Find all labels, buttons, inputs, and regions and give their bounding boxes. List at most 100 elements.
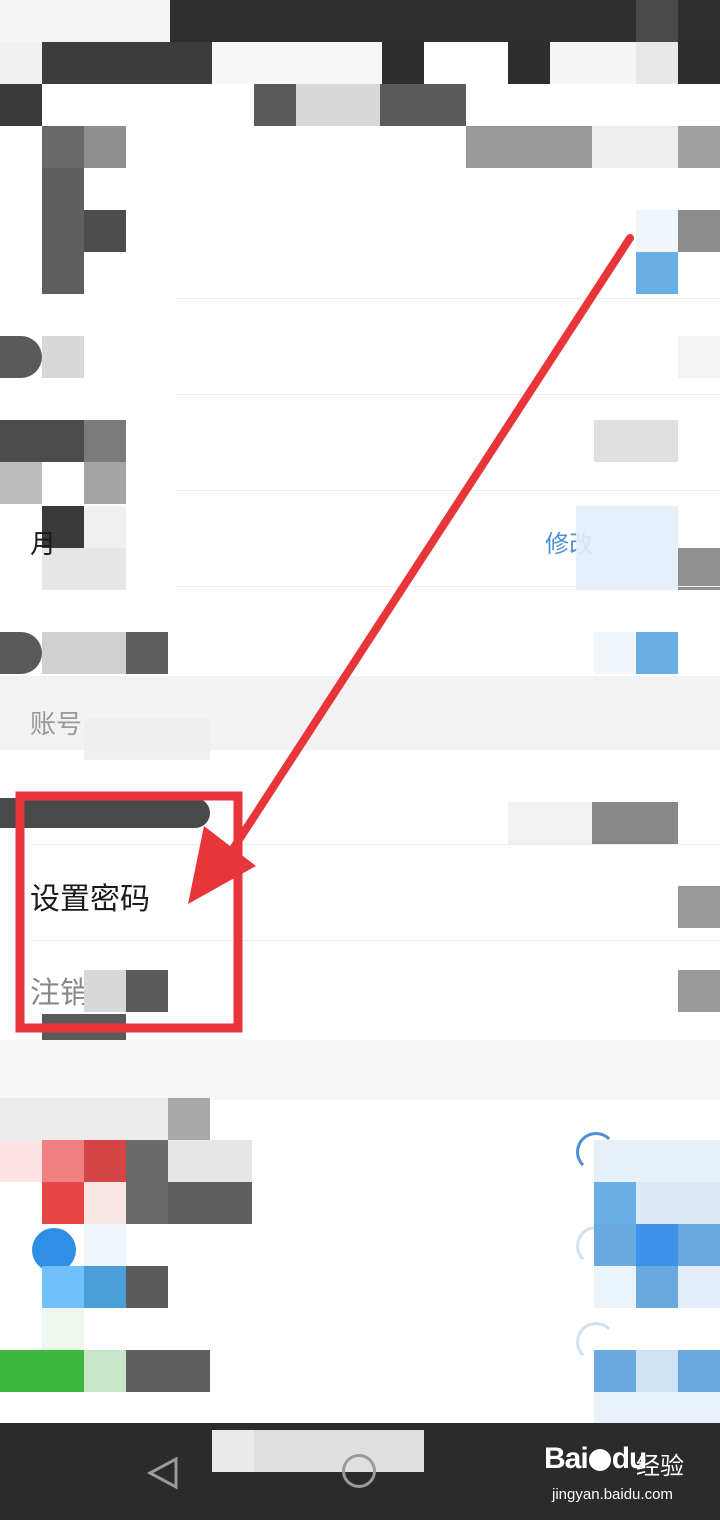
divider xyxy=(28,940,720,941)
nav-back-icon[interactable] xyxy=(146,1456,180,1490)
logout-label: 注销 xyxy=(30,976,90,1011)
pixel-block xyxy=(466,126,592,168)
pixel-block xyxy=(254,84,296,126)
pixel-block xyxy=(636,1182,720,1224)
pixel-block xyxy=(678,42,720,84)
pixel-block xyxy=(42,1308,84,1350)
pixel-block xyxy=(126,632,168,674)
pixel-block xyxy=(592,126,678,168)
pixel-block xyxy=(636,1224,678,1266)
pixel-block xyxy=(42,336,84,378)
pixel-block xyxy=(594,1392,720,1423)
pixel-block xyxy=(678,1224,720,1266)
pixel-block xyxy=(0,84,42,126)
pixel-block xyxy=(0,420,84,462)
pixel-block xyxy=(678,1266,720,1308)
section-header xyxy=(0,1040,720,1100)
pixel-block xyxy=(382,42,424,84)
binding-row-weibo[interactable] xyxy=(0,1132,720,1224)
settings-row-set-password[interactable]: 设置密码 xyxy=(0,846,720,938)
pixel-block xyxy=(168,1140,252,1182)
pixel-block xyxy=(42,1266,84,1308)
pixel-block xyxy=(126,1350,210,1392)
pixel-block xyxy=(678,548,720,590)
pixel-block xyxy=(84,1182,126,1224)
settings-row-username[interactable]: 月 修改 xyxy=(0,506,720,590)
pixel-block xyxy=(576,506,678,590)
binding-row-qq[interactable] xyxy=(0,1224,720,1308)
binding-row-wechat[interactable] xyxy=(0,1308,720,1423)
baidu-paw-icon xyxy=(588,1449,611,1472)
pixel-block xyxy=(636,42,678,84)
pixel-block xyxy=(126,1266,168,1308)
baidu-jingyan-watermark: Bai du 经验 jingyan.baidu.com xyxy=(540,1440,700,1510)
pixel-block xyxy=(636,1350,678,1392)
avatar[interactable] xyxy=(42,168,84,294)
pixel-block xyxy=(212,42,382,84)
divider xyxy=(175,490,720,491)
pixel-block xyxy=(42,1182,84,1224)
divider xyxy=(175,394,720,395)
watermark-jingyan: 经验 xyxy=(636,1452,684,1480)
nav-home-icon[interactable] xyxy=(342,1454,376,1488)
pixel-block xyxy=(42,42,212,84)
pixel-block xyxy=(0,42,42,84)
pixel-block xyxy=(126,970,168,1012)
pixel-block xyxy=(594,1140,720,1182)
pixel-block xyxy=(0,632,42,674)
pixel-block xyxy=(84,506,126,548)
settings-row-phone[interactable] xyxy=(0,750,720,844)
pixel-block xyxy=(636,632,678,674)
watermark-url: jingyan.baidu.com xyxy=(552,1486,673,1503)
pixel-block xyxy=(126,1140,168,1224)
pixel-block xyxy=(84,1266,126,1308)
pixel-block xyxy=(254,1430,424,1472)
watermark-brand: Bai du xyxy=(544,1442,647,1476)
pixel-block xyxy=(0,1098,168,1140)
divider xyxy=(175,298,720,299)
pixel-block xyxy=(84,1224,126,1266)
pixel-block xyxy=(84,210,126,252)
watermark-brand-bai: Bai xyxy=(544,1442,589,1475)
pixel-block xyxy=(508,42,550,84)
pixel-block xyxy=(84,420,126,462)
pixel-block xyxy=(84,462,126,504)
pixel-block xyxy=(424,42,508,84)
pixel-block xyxy=(212,1430,254,1472)
pixel-block xyxy=(594,1224,636,1266)
pixel-block xyxy=(594,1266,636,1308)
username-label-fragment: 月 xyxy=(30,530,57,560)
pixel-block xyxy=(0,798,210,828)
pixel-block xyxy=(678,126,720,168)
pixel-block xyxy=(636,210,678,252)
set-password-label: 设置密码 xyxy=(30,882,150,917)
pixel-block xyxy=(594,1182,636,1224)
pixel-block xyxy=(0,0,170,42)
pixel-block xyxy=(678,1350,720,1392)
pixel-block xyxy=(678,210,720,252)
pixel-block xyxy=(168,1098,210,1140)
pixel-block xyxy=(508,802,592,844)
pixel-block xyxy=(592,802,678,844)
pixel-block xyxy=(168,1182,252,1224)
pixel-block xyxy=(594,1350,636,1392)
pixel-block xyxy=(296,84,380,126)
pixel-block xyxy=(42,126,84,168)
pixel-block xyxy=(84,1140,126,1182)
pixel-block xyxy=(84,970,126,1012)
pixel-block xyxy=(84,1350,126,1392)
pixel-block xyxy=(594,632,636,674)
wechat-icon xyxy=(0,1350,84,1392)
pixel-block xyxy=(678,886,720,928)
pixel-block xyxy=(84,126,126,168)
pixel-block xyxy=(636,252,678,294)
pixel-block xyxy=(0,336,42,378)
pixel-block xyxy=(550,42,636,84)
pixel-block xyxy=(594,420,678,462)
pixel-block xyxy=(636,1266,678,1308)
weibo-icon xyxy=(42,1140,84,1182)
settings-row-account[interactable]: 账号 xyxy=(0,690,720,760)
pixel-block xyxy=(42,632,126,674)
account-label: 账号 xyxy=(30,710,83,740)
pixel-block xyxy=(380,84,466,126)
